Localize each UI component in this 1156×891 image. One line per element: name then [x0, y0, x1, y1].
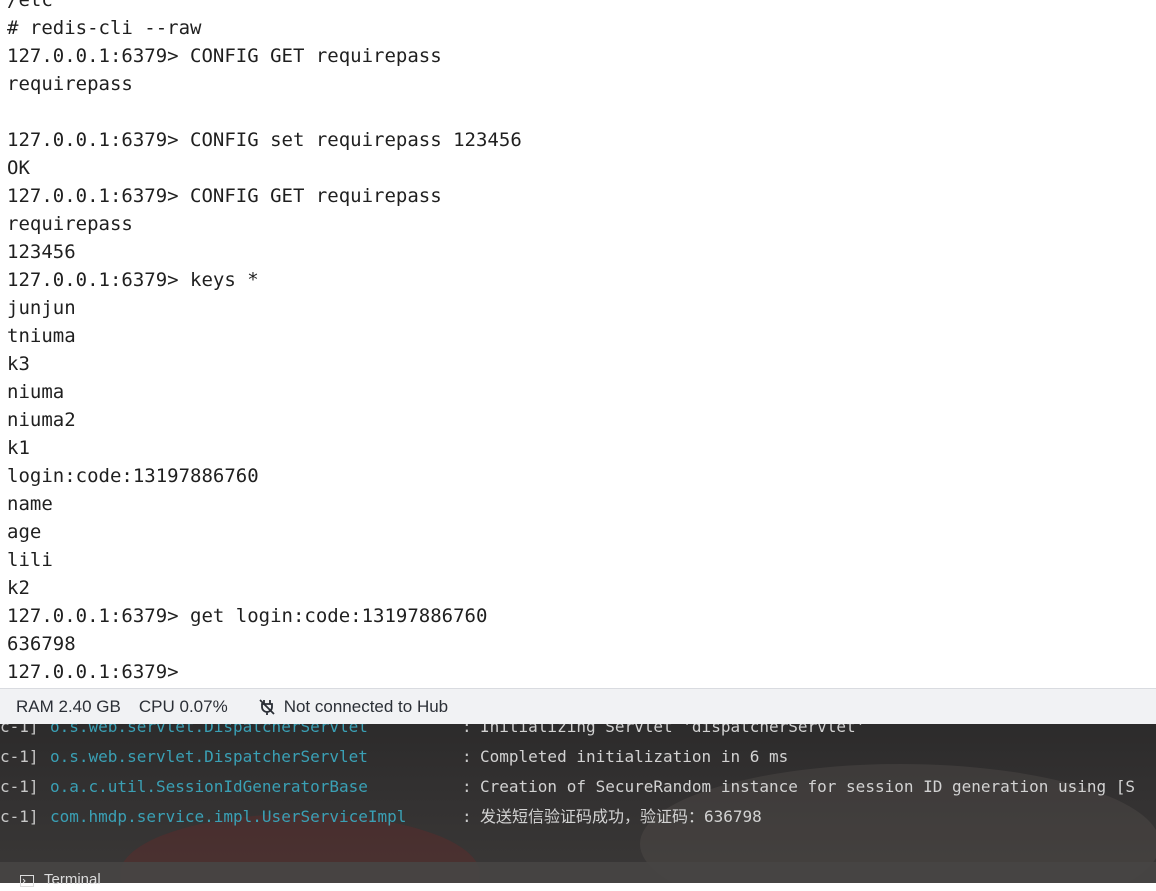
log-separator: : [462, 747, 472, 766]
status-bar: RAM 2.40 GB CPU 0.07% Not connected to H… [0, 688, 1156, 724]
plug-disconnected-icon [259, 698, 275, 715]
terminal-icon [20, 874, 34, 887]
log-message: Creation of SecureRandom instance for se… [480, 777, 1136, 796]
terminal-line: login:code:13197886760 [7, 465, 259, 487]
terminal-line: 127.0.0.1:6379> keys * [7, 269, 259, 291]
terminal-line: k2 [7, 577, 30, 599]
log-logger-class[interactable]: com.hmdp.service.impl.UserServiceImpl [50, 802, 406, 832]
terminal-line: age [7, 521, 42, 543]
ram-usage: RAM 2.40 GB [16, 696, 121, 716]
hub-connection-status[interactable]: Not connected to Hub [258, 697, 448, 717]
terminal-line: niuma2 [7, 409, 76, 431]
terminal-line: requirepass [7, 73, 133, 95]
terminal-line: k3 [7, 353, 30, 375]
log-thread-prefix: c-1] [0, 807, 39, 826]
log-separator: : [462, 777, 472, 796]
terminal-line: niuma [7, 381, 65, 403]
terminal-line: k1 [7, 437, 30, 459]
terminal-tab-label: Terminal [44, 871, 101, 888]
terminal-line: 127.0.0.1:6379> CONFIG GET requirepass [7, 45, 442, 67]
log-logger-class[interactable]: o.s.web.servlet.DispatcherServlet [50, 742, 368, 772]
terminal-line: name [7, 493, 53, 515]
terminal-line: # redis-cli --raw [7, 17, 202, 39]
terminal-line: 636798 [7, 633, 76, 655]
cpu-usage: CPU 0.07% [138, 696, 228, 716]
terminal-line: 127.0.0.1:6379> CONFIG GET requirepass [7, 185, 442, 207]
terminal-line: 127.0.0.1:6379> CONFIG set requirepass 1… [7, 129, 522, 151]
log-separator: : [462, 724, 472, 736]
log-message: Initializing Servlet 'dispatcherServlet' [480, 724, 866, 736]
log-separator: : [462, 807, 472, 826]
terminal-line: OK [7, 157, 30, 179]
terminal-line: /etc [7, 0, 53, 11]
terminal-line: 127.0.0.1:6379> get login:code:131978867… [7, 605, 488, 627]
log-thread-prefix: c-1] [0, 777, 39, 796]
log-message: 发送短信验证码成功，验证码：636798 [480, 807, 762, 826]
terminal-line: 123456 [7, 241, 76, 263]
terminal-line: 127.0.0.1:6379> [7, 661, 191, 683]
log-thread-prefix: c-1] [0, 747, 39, 766]
terminal-line: lili [7, 549, 53, 571]
terminal-output-area[interactable]: /etc # redis-cli --raw 127.0.0.1:6379> CON… [0, 0, 1156, 688]
terminal-lines: /etc # redis-cli --raw 127.0.0.1:6379> CON… [7, 0, 522, 686]
log-message: Completed initialization in 6 ms [480, 747, 789, 766]
log-thread-prefix: c-1] [0, 724, 39, 736]
log-logger-class[interactable]: o.a.c.util.SessionIdGeneratorBase [50, 772, 368, 802]
ide-run-console[interactable]: c-1] o.s.web.servlet.DispatcherServlet: In… [0, 724, 1156, 883]
terminal-line: tniuma [7, 325, 76, 347]
log-logger-class[interactable]: o.s.web.servlet.DispatcherServlet [50, 724, 368, 742]
hub-status-label: Not connected to Hub [283, 696, 449, 716]
terminal-line: junjun [7, 297, 76, 319]
terminal-tool-window-tab[interactable]: Terminal [0, 862, 1156, 888]
terminal-line: requirepass [7, 213, 133, 235]
